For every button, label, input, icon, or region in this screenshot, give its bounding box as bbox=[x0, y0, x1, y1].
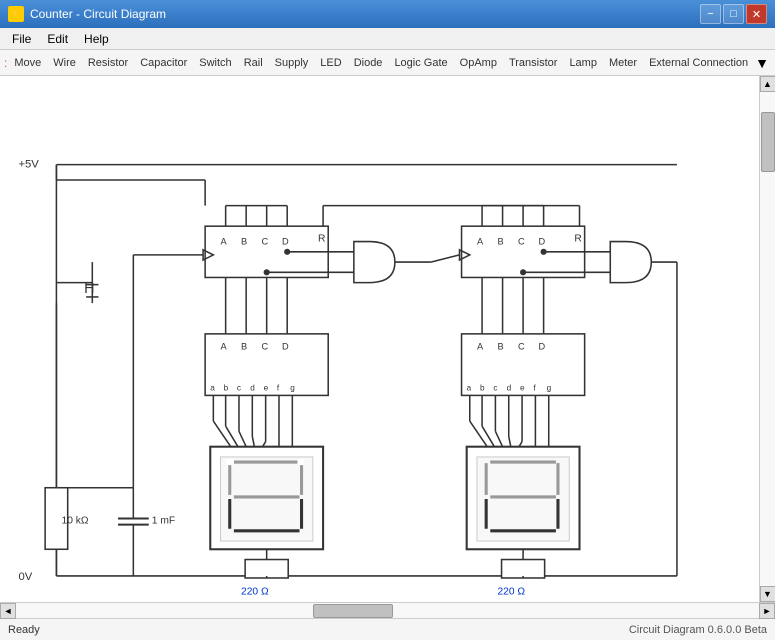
svg-text:a: a bbox=[467, 383, 472, 392]
menu-edit[interactable]: Edit bbox=[39, 30, 76, 48]
tool-external-connection[interactable]: External Connection bbox=[644, 55, 753, 71]
main-content: +5V 0V H 10 kΩ bbox=[0, 76, 775, 602]
scroll-track-h[interactable] bbox=[16, 603, 759, 618]
svg-text:R: R bbox=[574, 234, 581, 245]
svg-text:a: a bbox=[210, 383, 215, 392]
tool-lamp[interactable]: Lamp bbox=[564, 55, 602, 71]
tool-switch[interactable]: Switch bbox=[194, 55, 236, 71]
status-bar: Ready Circuit Diagram 0.6.0.0 Beta bbox=[0, 618, 775, 640]
svg-text:H: H bbox=[84, 281, 94, 297]
svg-text:220 Ω: 220 Ω bbox=[497, 586, 525, 597]
svg-text:220 Ω: 220 Ω bbox=[241, 586, 269, 597]
svg-text:A: A bbox=[477, 341, 484, 351]
tool-move[interactable]: Move bbox=[9, 55, 46, 71]
tool-opamp[interactable]: OpAmp bbox=[455, 55, 502, 71]
svg-text:0V: 0V bbox=[18, 571, 32, 583]
svg-text:e: e bbox=[264, 383, 269, 392]
svg-text:D: D bbox=[282, 237, 289, 247]
svg-text:D: D bbox=[538, 341, 545, 351]
toolbar-overflow[interactable]: ▼ bbox=[755, 55, 769, 71]
tool-wire[interactable]: Wire bbox=[48, 55, 81, 71]
svg-text:B: B bbox=[497, 341, 503, 351]
svg-text:b: b bbox=[480, 383, 485, 392]
svg-text:A: A bbox=[477, 237, 484, 247]
svg-text:c: c bbox=[493, 383, 497, 392]
svg-text:B: B bbox=[497, 237, 503, 247]
svg-text:g: g bbox=[290, 383, 295, 392]
tool-logicgate[interactable]: Logic Gate bbox=[389, 55, 452, 71]
title-bar-buttons: − □ ✕ bbox=[700, 4, 767, 24]
svg-text:C: C bbox=[262, 341, 269, 351]
svg-text:d: d bbox=[507, 383, 512, 392]
scroll-up-button[interactable]: ▲ bbox=[760, 76, 775, 92]
svg-text:A: A bbox=[221, 341, 228, 351]
title-bar: ⚡ Counter - Circuit Diagram − □ ✕ bbox=[0, 0, 775, 28]
svg-text:R: R bbox=[318, 234, 325, 245]
scroll-thumb-v[interactable] bbox=[761, 112, 775, 172]
menu-help[interactable]: Help bbox=[76, 30, 117, 48]
svg-text:b: b bbox=[224, 383, 229, 392]
toolbar: : Move Wire Resistor Capacitor Switch Ra… bbox=[0, 50, 775, 76]
svg-text:B: B bbox=[241, 341, 247, 351]
minimize-button[interactable]: − bbox=[700, 4, 721, 24]
svg-text:10 kΩ: 10 kΩ bbox=[62, 516, 89, 527]
canvas-area[interactable]: +5V 0V H 10 kΩ bbox=[0, 76, 759, 602]
svg-text:C: C bbox=[518, 341, 525, 351]
svg-text:e: e bbox=[520, 383, 525, 392]
status-version: Circuit Diagram 0.6.0.0 Beta bbox=[629, 624, 767, 636]
circuit-diagram: +5V 0V H 10 kΩ bbox=[0, 76, 759, 602]
menu-file[interactable]: File bbox=[4, 30, 39, 48]
scroll-left-button[interactable]: ◄ bbox=[0, 603, 16, 619]
tool-meter[interactable]: Meter bbox=[604, 55, 642, 71]
svg-text:C: C bbox=[262, 237, 269, 247]
tool-diode[interactable]: Diode bbox=[349, 55, 388, 71]
title-bar-text: Counter - Circuit Diagram bbox=[30, 7, 700, 21]
scroll-right-button[interactable]: ► bbox=[759, 603, 775, 619]
app-icon: ⚡ bbox=[8, 6, 24, 22]
scroll-down-button[interactable]: ▼ bbox=[760, 586, 775, 602]
scroll-track-v[interactable] bbox=[760, 92, 775, 586]
svg-text:g: g bbox=[547, 383, 552, 392]
svg-text:B: B bbox=[241, 237, 247, 247]
vertical-scrollbar[interactable]: ▲ ▼ bbox=[759, 76, 775, 602]
svg-text:D: D bbox=[282, 341, 289, 351]
tool-led[interactable]: LED bbox=[315, 55, 346, 71]
tool-rail[interactable]: Rail bbox=[239, 55, 268, 71]
tool-supply[interactable]: Supply bbox=[270, 55, 314, 71]
svg-text:+5V: +5V bbox=[18, 159, 39, 171]
maximize-button[interactable]: □ bbox=[723, 4, 744, 24]
tool-resistor[interactable]: Resistor bbox=[83, 55, 133, 71]
svg-text:C: C bbox=[518, 237, 525, 247]
svg-text:D: D bbox=[538, 237, 545, 247]
scroll-thumb-h[interactable] bbox=[313, 604, 393, 618]
tool-transistor[interactable]: Transistor bbox=[504, 55, 563, 71]
svg-text:1 mF: 1 mF bbox=[152, 516, 175, 527]
horizontal-scrollbar[interactable]: ◄ ► bbox=[0, 602, 775, 618]
close-button[interactable]: ✕ bbox=[746, 4, 767, 24]
svg-text:d: d bbox=[250, 383, 255, 392]
status-ready: Ready bbox=[8, 624, 629, 636]
tool-capacitor[interactable]: Capacitor bbox=[135, 55, 192, 71]
menu-bar: File Edit Help bbox=[0, 28, 775, 50]
svg-text:A: A bbox=[221, 237, 228, 247]
svg-text:c: c bbox=[237, 383, 241, 392]
